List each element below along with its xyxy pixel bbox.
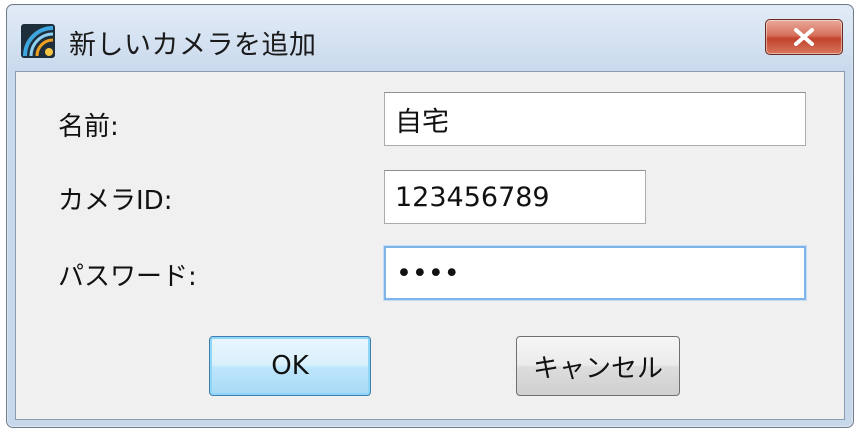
camera-id-input[interactable] (384, 170, 646, 224)
close-button[interactable] (765, 19, 843, 55)
title-bar[interactable]: 新しいカメラを追加 (7, 5, 853, 71)
add-camera-dialog: 新しいカメラを追加 名前: カメラID: パスワード: OK キャンセル (6, 4, 854, 428)
camera-id-label: カメラID: (58, 186, 173, 216)
name-label: 名前: (58, 112, 119, 142)
password-label: パスワード: (58, 262, 197, 292)
password-input[interactable] (384, 246, 806, 300)
window-title: 新しいカメラを追加 (69, 30, 317, 61)
name-input[interactable] (384, 92, 806, 146)
ok-button[interactable]: OK (209, 336, 371, 396)
camera-app-icon (21, 24, 55, 58)
close-x-icon (794, 28, 814, 46)
dialog-content: 名前: カメラID: パスワード: OK キャンセル (15, 71, 845, 420)
cancel-button[interactable]: キャンセル (516, 336, 680, 396)
